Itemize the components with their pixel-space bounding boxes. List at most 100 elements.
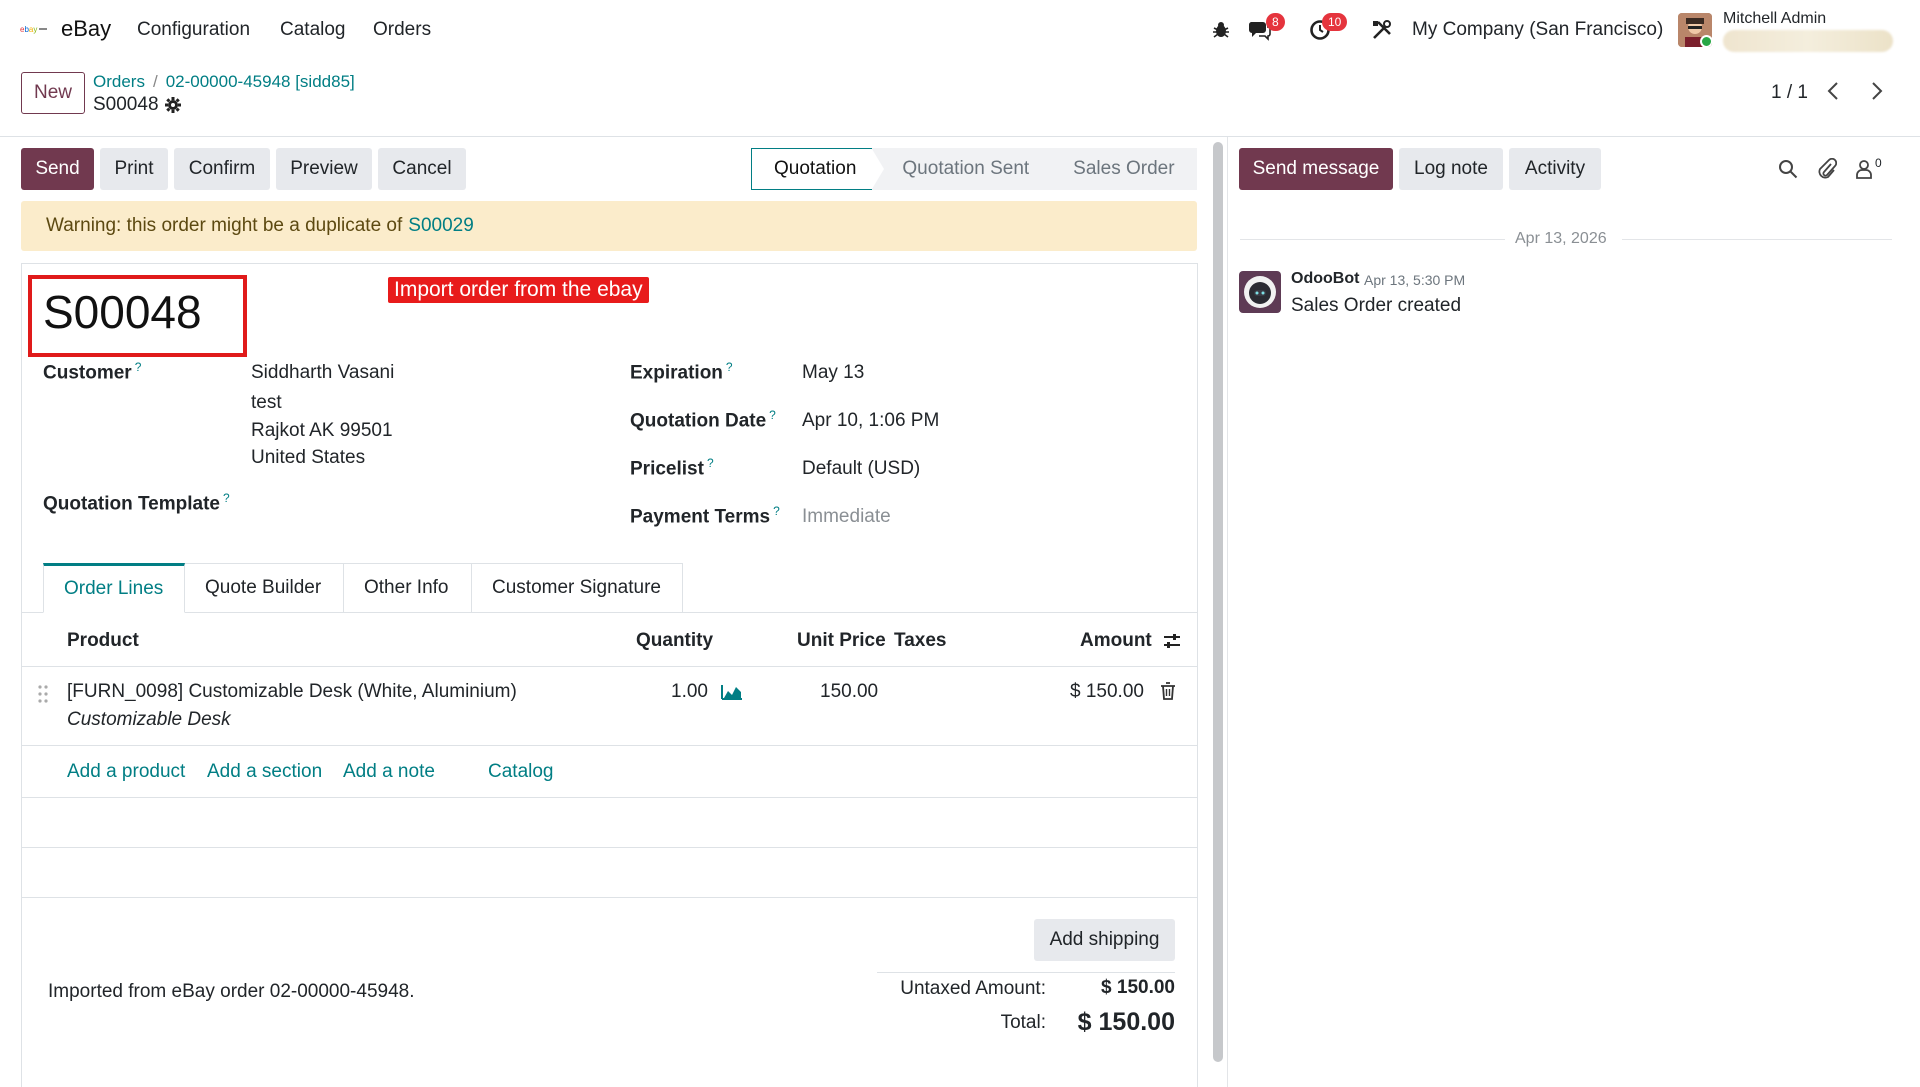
odoobot-avatar-icon[interactable] xyxy=(1239,271,1281,313)
breadcrumb-ebay-order[interactable]: 02-00000-45948 [sidd85] xyxy=(166,72,355,91)
quotation-date-field[interactable]: Apr 10, 1:06 PM xyxy=(802,410,939,432)
date-separator: Apr 13, 2026 xyxy=(1240,230,1892,248)
catalog-link[interactable]: Catalog xyxy=(488,761,554,783)
ebay-logo-icon[interactable]: ebay xyxy=(20,24,48,34)
line-quantity[interactable]: 1.00 xyxy=(671,681,708,703)
svg-text:ebay: ebay xyxy=(20,25,37,34)
activity-button[interactable]: Activity xyxy=(1509,148,1601,190)
bug-icon[interactable] xyxy=(1207,16,1235,44)
send-message-button[interactable]: Send message xyxy=(1239,148,1393,190)
chevron-right-icon[interactable] xyxy=(1870,80,1884,108)
chatter-divider xyxy=(1227,137,1228,1087)
avatar[interactable] xyxy=(1678,13,1712,47)
message-time: Apr 13, 5:30 PM xyxy=(1364,272,1466,288)
add-shipping-button[interactable]: Add shipping xyxy=(1034,919,1175,961)
user-name[interactable]: Mitchell Admin xyxy=(1723,10,1826,28)
expiration-label: Expiration? xyxy=(630,360,733,384)
customer-name[interactable]: Siddharth Vasani xyxy=(251,362,394,384)
stage-sales-order[interactable]: Sales Order xyxy=(1051,148,1197,190)
tab-quote-builder[interactable]: Quote Builder xyxy=(185,563,344,613)
print-button[interactable]: Print xyxy=(100,148,168,190)
new-button[interactable]: New xyxy=(21,72,85,114)
customer-city: Rajkot AK 99501 xyxy=(251,420,393,441)
log-note-button[interactable]: Log note xyxy=(1399,148,1503,190)
untaxed-amount-label: Untaxed Amount: xyxy=(900,978,1046,999)
line-description[interactable]: Customizable Desk xyxy=(67,709,231,731)
annotation-label: Import order from the ebay xyxy=(388,277,649,303)
message-author[interactable]: OdooBot xyxy=(1291,270,1359,288)
preview-button[interactable]: Preview xyxy=(276,148,372,190)
stage-quotation[interactable]: Quotation xyxy=(751,148,887,190)
pager-value[interactable]: 1 / 1 xyxy=(1771,82,1808,104)
quotation-template-field[interactable] xyxy=(251,493,581,517)
status-bar: Quotation Quotation Sent Sales Order xyxy=(751,148,1197,190)
column-amount[interactable]: Amount xyxy=(1080,630,1152,652)
followers-icon xyxy=(1856,160,1872,179)
customer-street: test xyxy=(251,392,282,413)
column-settings-icon[interactable] xyxy=(1162,631,1182,657)
add-note-link[interactable]: Add a note xyxy=(343,761,435,783)
column-unit-price[interactable]: Unit Price xyxy=(797,630,886,652)
pricelist-label: Pricelist? xyxy=(630,456,714,480)
menu-orders[interactable]: Orders xyxy=(373,19,431,41)
duplicate-order-link[interactable]: S00029 xyxy=(408,215,474,237)
trash-icon[interactable] xyxy=(1160,682,1176,706)
add-product-link[interactable]: Add a product xyxy=(67,761,185,783)
form-scrollbar[interactable] xyxy=(1213,142,1223,1062)
line-amount: $ 150.00 xyxy=(1070,681,1144,702)
chevron-left-icon[interactable] xyxy=(1826,80,1840,108)
column-product[interactable]: Product xyxy=(67,630,139,652)
record-name: S00048 xyxy=(93,94,159,115)
send-button[interactable]: Send xyxy=(21,148,94,190)
followers-button[interactable]: 0 xyxy=(1855,156,1889,182)
cancel-button[interactable]: Cancel xyxy=(378,148,466,190)
activity-badge: 10 xyxy=(1322,13,1348,31)
notebook-tabs: Order Lines Quote Builder Other Info Cus… xyxy=(43,563,683,613)
row-divider xyxy=(21,897,1198,898)
row-divider xyxy=(21,847,1198,848)
stage-quotation-sent[interactable]: Quotation Sent xyxy=(872,148,1052,190)
control-panel-divider xyxy=(0,136,1920,137)
quotation-template-label: Quotation Template? xyxy=(43,491,230,515)
forecast-chart-icon[interactable] xyxy=(721,682,743,706)
tab-other-info[interactable]: Other Info xyxy=(344,563,472,613)
followers-count: 0 xyxy=(1875,156,1882,170)
column-taxes[interactable]: Taxes xyxy=(894,630,946,652)
message-body: Sales Order created xyxy=(1291,295,1462,316)
pricelist-field[interactable]: Default (USD) xyxy=(802,458,920,480)
menu-configuration[interactable]: Configuration xyxy=(137,19,250,41)
search-icon[interactable] xyxy=(1775,156,1801,182)
quotation-date-label: Quotation Date? xyxy=(630,408,776,432)
line-product[interactable]: [FURN_0098] Customizable Desk (White, Al… xyxy=(67,681,517,703)
menu-catalog[interactable]: Catalog xyxy=(280,19,346,41)
tools-icon[interactable] xyxy=(1368,16,1396,44)
gear-icon[interactable] xyxy=(164,97,181,113)
total-value: $ 150.00 xyxy=(1077,1008,1175,1036)
payment-terms-field[interactable]: Immediate xyxy=(802,506,891,528)
top-navbar: ebay eBay Configuration Catalog Orders 8… xyxy=(0,0,1920,60)
breadcrumb-orders[interactable]: Orders xyxy=(93,72,145,91)
tab-order-lines[interactable]: Order Lines xyxy=(43,563,185,613)
row-divider xyxy=(21,745,1198,746)
order-note[interactable]: Imported from eBay order 02-00000-45948. xyxy=(48,981,415,1003)
drag-handle-icon[interactable] xyxy=(37,684,49,710)
paperclip-icon[interactable] xyxy=(1814,156,1840,182)
total-label: Total: xyxy=(1000,1012,1046,1033)
untaxed-amount-value: $ 150.00 xyxy=(1101,977,1175,998)
table-header-divider xyxy=(21,666,1198,667)
totals-divider xyxy=(877,972,1175,973)
row-divider xyxy=(21,797,1198,798)
highlight-box xyxy=(28,275,247,357)
user-db-name-blurred xyxy=(1723,30,1893,52)
date-separator-label: Apr 13, 2026 xyxy=(1515,230,1607,247)
company-switcher[interactable]: My Company (San Francisco) xyxy=(1412,19,1663,41)
column-quantity[interactable]: Quantity xyxy=(636,630,713,652)
record-title: S00048 xyxy=(93,94,181,116)
line-unit-price[interactable]: 150.00 xyxy=(820,681,878,703)
app-name[interactable]: eBay xyxy=(61,16,111,42)
add-section-link[interactable]: Add a section xyxy=(207,761,322,783)
expiration-field[interactable]: May 13 xyxy=(802,362,864,384)
payment-terms-label: Payment Terms? xyxy=(630,504,780,528)
confirm-button[interactable]: Confirm xyxy=(174,148,270,190)
tab-customer-signature[interactable]: Customer Signature xyxy=(472,563,683,613)
